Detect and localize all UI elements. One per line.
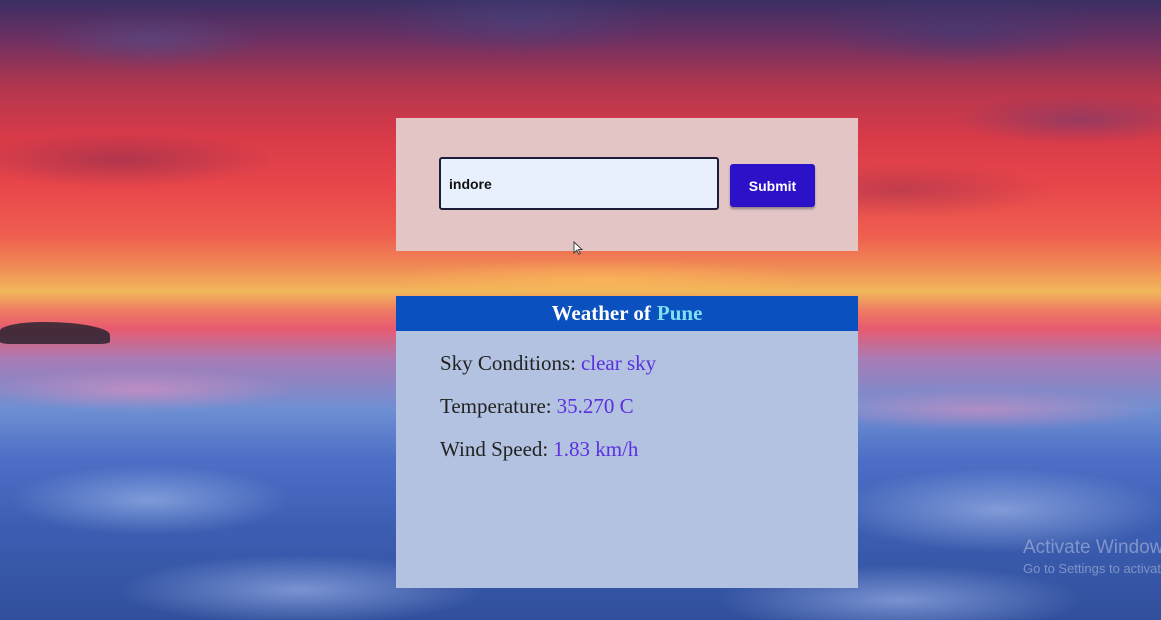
wind-speed-label: Wind Speed: (440, 437, 549, 461)
temperature-value: 35.270 C (556, 394, 634, 418)
wind-speed-row: Wind Speed: 1.83 km/h (440, 437, 638, 462)
watermark-subtitle: Go to Settings to activate Windows. (1023, 561, 1161, 576)
temperature-row: Temperature: 35.270 C (440, 394, 634, 419)
temperature-label: Temperature: (440, 394, 552, 418)
watermark-title: Activate Windows (1023, 537, 1161, 558)
background-rocks (0, 322, 110, 344)
wind-speed-value: 1.83 km/h (553, 437, 639, 461)
city-input[interactable] (439, 157, 719, 210)
submit-button[interactable]: Submit (730, 164, 815, 207)
weather-card: Weather of Pune Sky Conditions: clear sky… (396, 296, 858, 588)
weather-city: Pune (656, 301, 703, 325)
sky-conditions-label: Sky Conditions: (440, 351, 576, 375)
sky-conditions-value: clear sky (580, 351, 657, 375)
sky-conditions-row: Sky Conditions: clear sky (440, 351, 656, 376)
search-card: Submit (396, 118, 858, 251)
weather-title-prefix: Weather of (551, 301, 651, 325)
weather-title: Weather of Pune (396, 296, 858, 331)
mouse-cursor-icon (573, 241, 583, 255)
activation-watermark: Activate Windows Go to Settings to activ… (1023, 537, 1161, 576)
